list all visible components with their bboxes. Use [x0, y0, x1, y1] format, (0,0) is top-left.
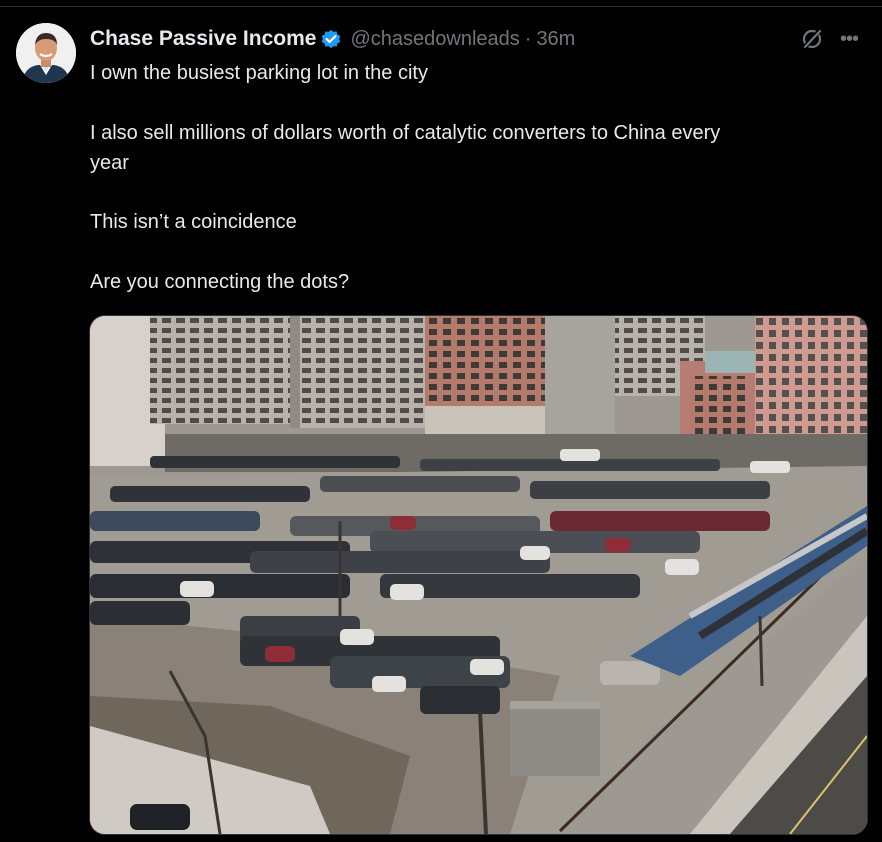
top-divider: [0, 6, 882, 7]
tweet-header: Chase Passive Income @chasedownleads · 3…: [90, 26, 575, 52]
author-avatar[interactable]: [16, 23, 76, 83]
author-handle[interactable]: @chasedownleads: [350, 28, 519, 51]
tweet-text-line: year: [90, 152, 129, 174]
tweet-timestamp[interactable]: 36m: [536, 28, 575, 51]
avatar-image: [16, 23, 76, 83]
tweet-text-line: I own the busiest parking lot in the cit…: [90, 62, 428, 84]
tweet-media-video[interactable]: [89, 315, 868, 835]
verified-badge-icon[interactable]: [320, 28, 342, 50]
grok-icon[interactable]: [800, 27, 824, 51]
tweet-text-line: Are you connecting the dots?: [90, 271, 350, 293]
author-display-name[interactable]: Chase Passive Income: [90, 27, 316, 51]
more-icon[interactable]: •••: [840, 28, 859, 51]
tweet-text-line: This isn’t a coincidence: [90, 211, 297, 233]
tweet-text-line: I also sell millions of dollars worth of…: [90, 122, 721, 144]
meta-separator: ·: [524, 27, 532, 50]
parking-lot-aerial-image: [90, 316, 867, 834]
